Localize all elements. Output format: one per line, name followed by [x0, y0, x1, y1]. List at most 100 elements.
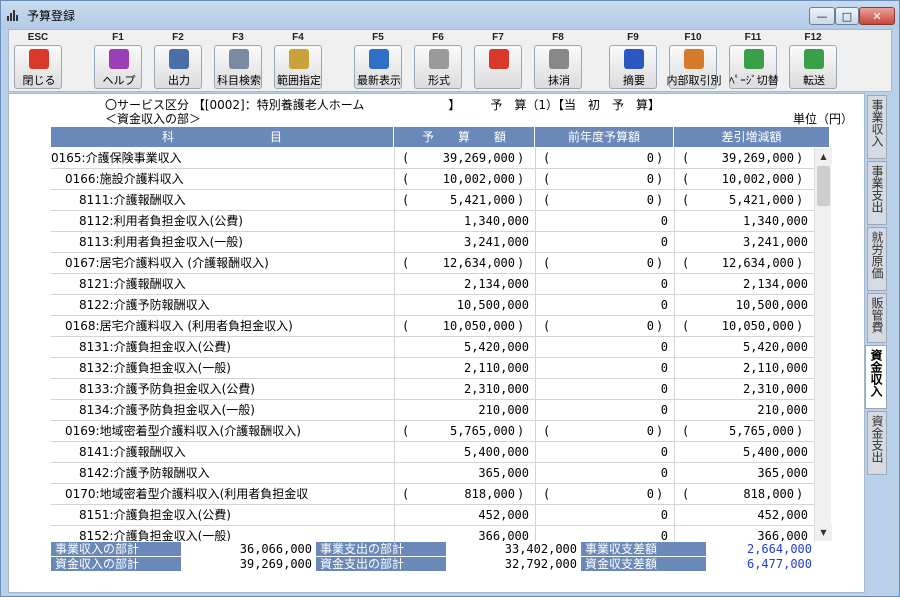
prev-budget-value[interactable]: 0 [535, 358, 668, 379]
budget-value[interactable]: 818,000 [394, 484, 515, 505]
budget-value[interactable]: 12,634,000 [394, 253, 515, 274]
budget-value[interactable]: 5,421,000 [394, 190, 515, 211]
table-row[interactable]: 0170:地域密着型介護料収入(利用者負担金収() 818,000() 0() 818… [51, 484, 829, 505]
budget-value[interactable]: 366,000 [394, 526, 529, 541]
difference-value[interactable]: 366,000 [674, 526, 808, 541]
prev-budget-value[interactable]: 0 [535, 232, 668, 253]
difference-value[interactable]: 2,110,000 [674, 358, 808, 379]
prev-budget-value[interactable]: 0 [535, 253, 654, 274]
prev-budget-value[interactable]: 0 [535, 274, 668, 295]
budget-value[interactable]: 2,110,000 [394, 358, 529, 379]
prev-budget-value[interactable]: 0 [535, 190, 654, 211]
side-tab[interactable]: 事業支出 [867, 161, 887, 225]
prev-budget-value[interactable]: 0 [535, 379, 668, 400]
table-row[interactable]: 8131:介護負担金収入(公費) 5,420,000 0 5,420,000 [51, 337, 829, 358]
prev-budget-value[interactable]: 0 [535, 421, 654, 442]
side-tab[interactable]: 就労原価 [867, 227, 887, 291]
table-row[interactable]: 8122:介護予防報酬収入 10,500,000 0 10,500,000 [51, 295, 829, 316]
table-row[interactable]: 8132:介護負担金収入(一般) 2,110,000 0 2,110,000 [51, 358, 829, 379]
toolbar-button[interactable]: ヘルプ [94, 45, 142, 89]
scroll-thumb[interactable] [817, 166, 830, 206]
budget-value[interactable]: 10,500,000 [394, 295, 529, 316]
difference-value[interactable]: 210,000 [674, 400, 808, 421]
difference-value[interactable]: 5,400,000 [674, 442, 808, 463]
toolbar-button[interactable]: 摘要 [609, 45, 657, 89]
prev-budget-value[interactable]: 0 [535, 211, 668, 232]
difference-value[interactable]: 10,500,000 [674, 295, 808, 316]
difference-value[interactable]: 1,340,000 [674, 211, 808, 232]
toolbar-button[interactable]: 抹消 [534, 45, 582, 89]
difference-value[interactable]: 5,420,000 [674, 337, 808, 358]
budget-value[interactable]: 5,420,000 [394, 337, 529, 358]
difference-value[interactable]: 2,310,000 [674, 379, 808, 400]
prev-budget-value[interactable]: 0 [535, 484, 654, 505]
budget-value[interactable]: 365,000 [394, 463, 529, 484]
side-tab[interactable]: 資金支出 [867, 411, 887, 475]
table-row[interactable]: 0167:居宅介護料収入 (介護報酬収入)() 12,634,000() 0() 12… [51, 253, 829, 274]
budget-value[interactable]: 10,050,000 [394, 316, 515, 337]
toolbar-button[interactable]: 閉じる [14, 45, 62, 89]
budget-value[interactable]: 3,241,000 [394, 232, 529, 253]
table-row[interactable]: 0169:地域密着型介護料収入(介護報酬収入)() 5,765,000() 0() 5… [51, 421, 829, 442]
vertical-scrollbar[interactable]: ▲ ▼ [814, 148, 832, 541]
table-row[interactable]: 8121:介護報酬収入 2,134,000 0 2,134,000 [51, 274, 829, 295]
difference-value[interactable]: 452,000 [674, 505, 808, 526]
toolbar-button[interactable]: 最新表示 [354, 45, 402, 89]
table-row[interactable]: 0166:施設介護料収入() 10,002,000() 0() 10,002,000 [51, 169, 829, 190]
toolbar-button[interactable]: 科目検索 [214, 45, 262, 89]
budget-value[interactable]: 210,000 [394, 400, 529, 421]
table-row[interactable]: 8111:介護報酬収入() 5,421,000() 0() 5,421,000 [51, 190, 829, 211]
scroll-up-icon[interactable]: ▲ [815, 148, 832, 165]
toolbar-button[interactable]: 内部取引別 [667, 45, 722, 89]
close-window-button[interactable]: ✕ [859, 7, 895, 25]
budget-value[interactable]: 452,000 [394, 505, 529, 526]
prev-budget-value[interactable]: 0 [535, 337, 668, 358]
difference-value[interactable]: 12,634,000 [674, 253, 794, 274]
budget-value[interactable]: 1,340,000 [394, 211, 529, 232]
scroll-down-icon[interactable]: ▼ [815, 524, 832, 541]
budget-value[interactable]: 5,400,000 [394, 442, 529, 463]
toolbar-button[interactable] [474, 45, 522, 89]
table-row[interactable]: 8133:介護予防負担金収入(公費) 2,310,000 0 2,310,000 [51, 379, 829, 400]
toolbar-button[interactable]: ﾍﾟｰｼﾞ切替 [729, 45, 779, 89]
budget-value[interactable]: 2,134,000 [394, 274, 529, 295]
prev-budget-value[interactable]: 0 [535, 400, 668, 421]
prev-budget-value[interactable]: 0 [535, 316, 654, 337]
table-row[interactable]: 8134:介護予防負担金収入(一般) 210,000 0 210,000 [51, 400, 829, 421]
side-tab[interactable]: 販管費 [867, 293, 887, 343]
maximize-button[interactable]: □ [835, 7, 859, 25]
prev-budget-value[interactable]: 0 [535, 526, 668, 541]
table-row[interactable]: 0168:居宅介護料収入 (利用者負担金収入)() 10,050,000() 0()… [51, 316, 829, 337]
budget-value[interactable]: 2,310,000 [394, 379, 529, 400]
difference-value[interactable]: 10,002,000 [674, 169, 794, 190]
table-row[interactable]: 8152:介護負担金収入(一般) 366,000 0 366,000 [51, 526, 829, 541]
difference-value[interactable]: 5,765,000 [674, 421, 794, 442]
difference-value[interactable]: 818,000 [674, 484, 794, 505]
table-row[interactable]: 8142:介護予防報酬収入 365,000 0 365,000 [51, 463, 829, 484]
toolbar-button[interactable]: 転送 [789, 45, 837, 89]
difference-value[interactable]: 39,269,000 [674, 148, 794, 169]
side-tab[interactable]: 資金収入 [865, 345, 887, 409]
minimize-button[interactable]: — [809, 7, 835, 25]
table-row[interactable]: 8141:介護報酬収入 5,400,000 0 5,400,000 [51, 442, 829, 463]
side-tab[interactable]: 事業収入 [867, 95, 887, 159]
table-row[interactable]: 8113:利用者負担金収入(一般) 3,241,000 0 3,241,000 [51, 232, 829, 253]
table-row[interactable]: 0165:介護保険事業収入() 39,269,000() 0() 39,269,000 [51, 148, 829, 169]
table-row[interactable]: 8151:介護負担金収入(公費) 452,000 0 452,000 [51, 505, 829, 526]
difference-value[interactable]: 3,241,000 [674, 232, 808, 253]
toolbar-button[interactable]: 出力 [154, 45, 202, 89]
budget-value[interactable]: 5,765,000 [394, 421, 515, 442]
prev-budget-value[interactable]: 0 [535, 169, 654, 190]
difference-value[interactable]: 365,000 [674, 463, 808, 484]
prev-budget-value[interactable]: 0 [535, 463, 668, 484]
budget-value[interactable]: 39,269,000 [394, 148, 515, 169]
toolbar-button[interactable]: 形式 [414, 45, 462, 89]
prev-budget-value[interactable]: 0 [535, 148, 654, 169]
budget-value[interactable]: 10,002,000 [394, 169, 515, 190]
difference-value[interactable]: 2,134,000 [674, 274, 808, 295]
difference-value[interactable]: 5,421,000 [674, 190, 794, 211]
prev-budget-value[interactable]: 0 [535, 505, 668, 526]
prev-budget-value[interactable]: 0 [535, 295, 668, 316]
difference-value[interactable]: 10,050,000 [674, 316, 794, 337]
prev-budget-value[interactable]: 0 [535, 442, 668, 463]
